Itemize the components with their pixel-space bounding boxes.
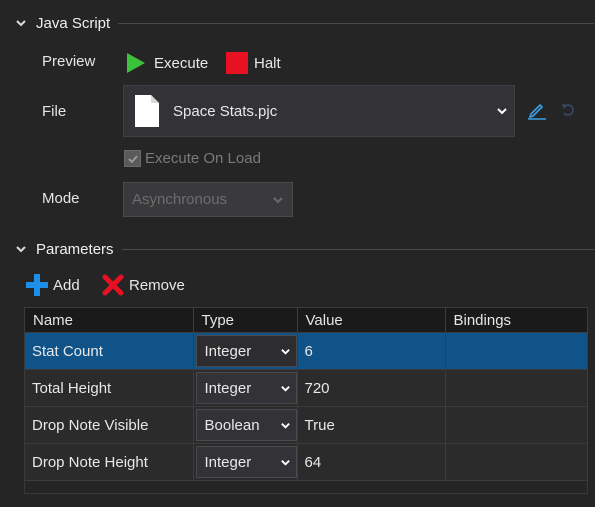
execute-button[interactable]: Execute — [126, 52, 208, 74]
checkbox-box — [124, 150, 141, 167]
execute-button-label: Execute — [154, 54, 209, 72]
param-name-cell[interactable]: Drop Note Visible — [25, 406, 194, 444]
parameters-table: Name Type Value Bindings Stat Count Inte… — [25, 308, 588, 481]
add-button[interactable]: Add — [26, 274, 80, 296]
param-name-cell[interactable]: Total Height — [25, 369, 194, 407]
execute-on-load-label: Execute On Load — [145, 150, 261, 167]
file-label: File — [42, 103, 67, 120]
param-type-cell[interactable]: Integer — [193, 369, 298, 407]
table-row[interactable]: Drop Note Height Integer 64 — [25, 443, 588, 481]
type-select[interactable]: Integer — [195, 446, 297, 478]
type-select-value: Integer — [204, 342, 252, 360]
param-name-cell[interactable]: Drop Note Height — [25, 443, 194, 481]
java-script-section-header[interactable]: Java Script — [14, 12, 594, 34]
preview-label: Preview — [42, 53, 96, 70]
play-icon — [127, 53, 145, 73]
add-button-label: Add — [53, 276, 80, 294]
param-type-cell[interactable]: Integer — [193, 332, 298, 370]
undo-icon[interactable] — [560, 102, 576, 118]
type-select-value: Boolean — [204, 416, 260, 434]
type-select[interactable]: Integer — [195, 372, 297, 404]
parameters-section-header[interactable]: Parameters — [14, 238, 594, 260]
file-select-value: Space Stats.pjc — [173, 102, 278, 120]
execute-on-load-checkbox[interactable]: Execute On Load — [124, 150, 261, 167]
param-bindings-cell[interactable] — [445, 369, 588, 407]
x-icon — [102, 274, 124, 296]
param-type-cell[interactable]: Integer — [193, 443, 298, 481]
chevron-down-icon — [280, 348, 290, 355]
column-header-value[interactable]: Value — [297, 308, 446, 333]
chevron-down-icon — [280, 385, 290, 392]
param-value-cell[interactable]: 64 — [297, 443, 446, 481]
type-select-value: Integer — [204, 379, 252, 397]
table-header-row: Name Type Value Bindings — [25, 308, 588, 333]
check-icon — [127, 154, 138, 163]
column-header-bindings[interactable]: Bindings — [445, 308, 588, 333]
type-select[interactable]: Boolean — [195, 409, 297, 441]
document-icon — [135, 95, 159, 127]
section-title-java-script: Java Script — [36, 14, 111, 32]
column-header-name[interactable]: Name — [25, 308, 194, 333]
plus-icon — [26, 274, 48, 296]
remove-button[interactable]: Remove — [102, 274, 185, 296]
type-select[interactable]: Integer — [195, 335, 297, 367]
param-value-cell[interactable]: 720 — [297, 369, 446, 407]
pencil-icon[interactable] — [527, 100, 547, 120]
table-row[interactable]: Total Height Integer 720 — [25, 369, 588, 407]
table-row[interactable]: Stat Count Integer 6 — [25, 332, 588, 370]
param-type-cell[interactable]: Boolean — [193, 406, 298, 444]
param-value-cell[interactable]: 6 — [297, 332, 446, 370]
param-bindings-cell[interactable] — [445, 443, 588, 481]
chevron-down-icon[interactable] — [14, 242, 28, 256]
param-bindings-cell[interactable] — [445, 406, 588, 444]
mode-select[interactable]: Asynchronous — [123, 182, 293, 217]
section-divider — [118, 22, 594, 24]
type-select-value: Integer — [204, 453, 252, 471]
chevron-down-icon[interactable] — [14, 16, 28, 30]
param-name-cell[interactable]: Stat Count — [25, 332, 194, 370]
halt-button-label: Halt — [254, 54, 281, 72]
section-title-parameters: Parameters — [36, 240, 114, 258]
file-select[interactable]: Space Stats.pjc — [123, 85, 515, 137]
parameters-grid[interactable]: Name Type Value Bindings Stat Count Inte… — [24, 307, 588, 494]
param-bindings-cell[interactable] — [445, 332, 588, 370]
halt-button[interactable]: Halt — [226, 52, 281, 74]
mode-label: Mode — [42, 190, 80, 207]
chevron-down-icon — [497, 108, 507, 115]
chevron-down-icon — [280, 459, 290, 466]
table-row[interactable]: Drop Note Visible Boolean True — [25, 406, 588, 444]
stop-icon — [226, 52, 248, 74]
chevron-down-icon — [280, 422, 290, 429]
chevron-down-icon — [273, 197, 283, 204]
section-divider — [121, 248, 594, 250]
column-header-type[interactable]: Type — [193, 308, 298, 333]
param-value-cell[interactable]: True — [297, 406, 446, 444]
remove-button-label: Remove — [129, 276, 185, 294]
mode-select-value: Asynchronous — [132, 191, 228, 208]
